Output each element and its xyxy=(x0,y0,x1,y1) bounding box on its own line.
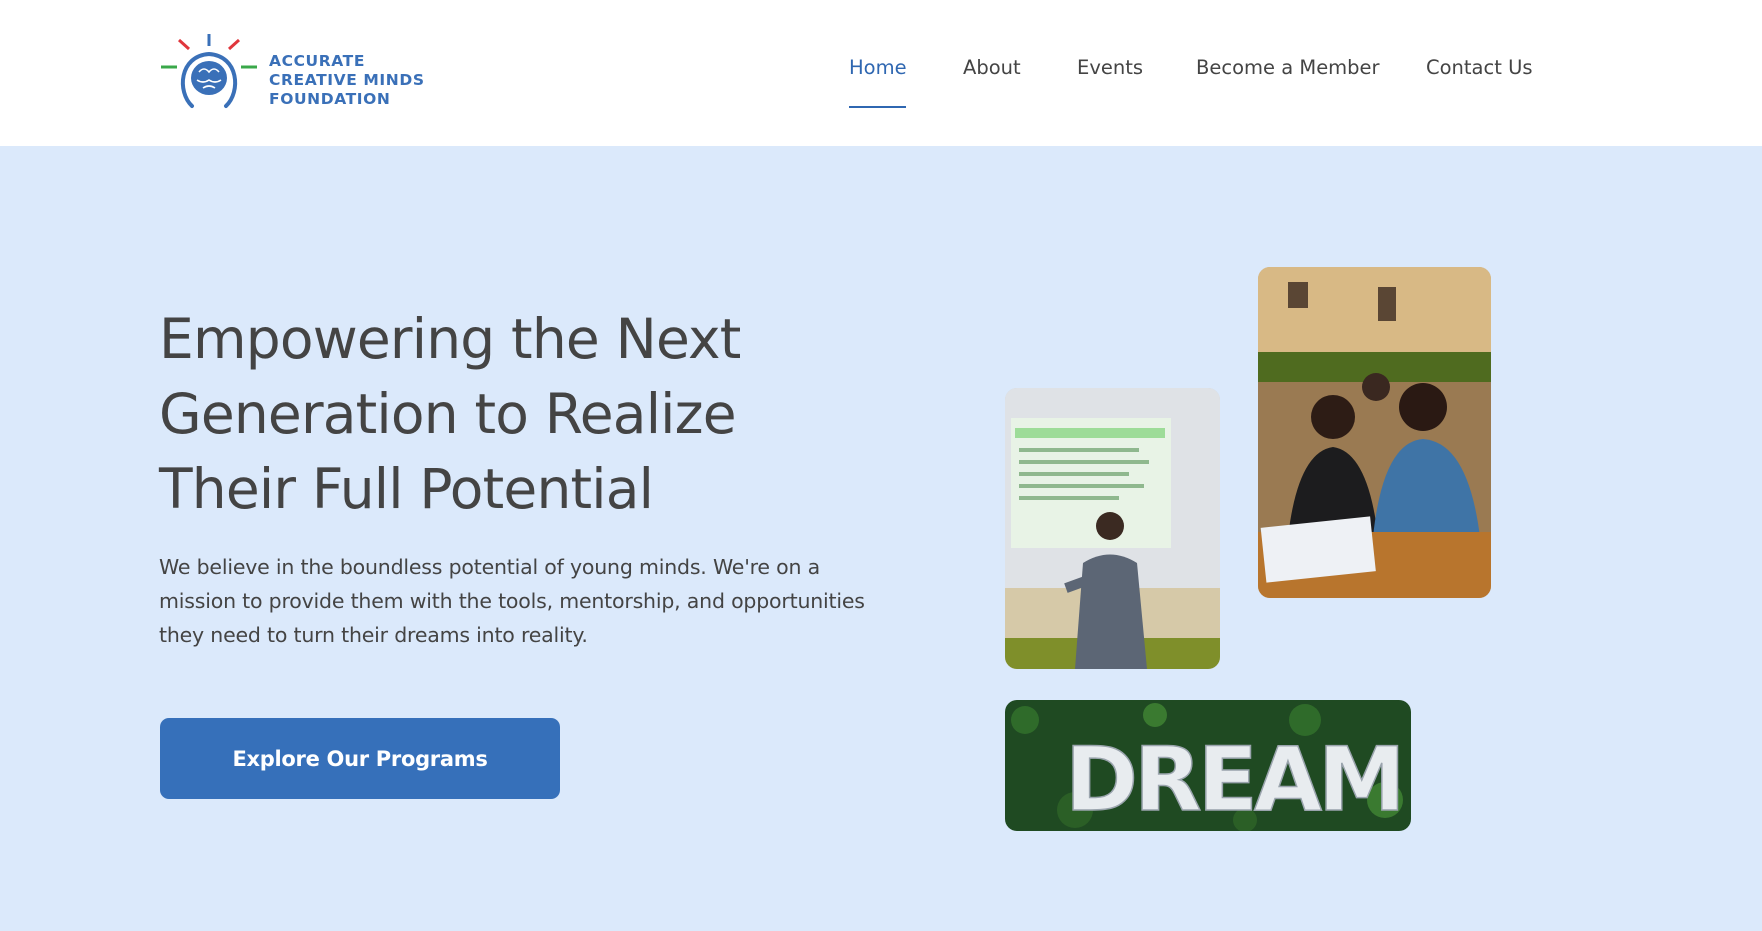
nav-active-indicator xyxy=(849,106,906,108)
nav-about[interactable]: About xyxy=(963,56,1021,79)
hero-description-line: We believe in the boundless potential of… xyxy=(159,555,820,579)
hero-title-line: Generation to Realize xyxy=(159,382,737,446)
hero-description-line: mission to provide them with the tools, … xyxy=(159,589,865,613)
hero-section: Empowering the Next Generation to Realiz… xyxy=(0,146,1762,931)
nav-events[interactable]: Events xyxy=(1077,56,1143,79)
dream-letters-photo: DREAM xyxy=(1005,700,1411,831)
nav-become-a-member[interactable]: Become a Member xyxy=(1196,56,1380,79)
hero-title-line: Their Full Potential xyxy=(159,457,654,521)
main-nav: Home About Events Become a Member Contac… xyxy=(0,56,1762,108)
nav-contact-us[interactable]: Contact Us xyxy=(1426,56,1533,79)
nav-home[interactable]: Home xyxy=(849,56,907,79)
site-header: ACCURATE CREATIVE MINDS FOUNDATION Home … xyxy=(0,0,1762,146)
hero-title: Empowering the Next Generation to Realiz… xyxy=(159,302,819,527)
explore-programs-button[interactable]: Explore Our Programs xyxy=(160,718,560,799)
speaker-presenting-photo xyxy=(1005,388,1220,669)
hero-description: We believe in the boundless potential of… xyxy=(159,550,879,652)
dream-word: DREAM xyxy=(1065,728,1402,831)
hero-title-line: Empowering the Next xyxy=(159,307,741,371)
students-seated-photo xyxy=(1258,267,1491,598)
hero-description-line: they need to turn their dreams into real… xyxy=(159,623,588,647)
